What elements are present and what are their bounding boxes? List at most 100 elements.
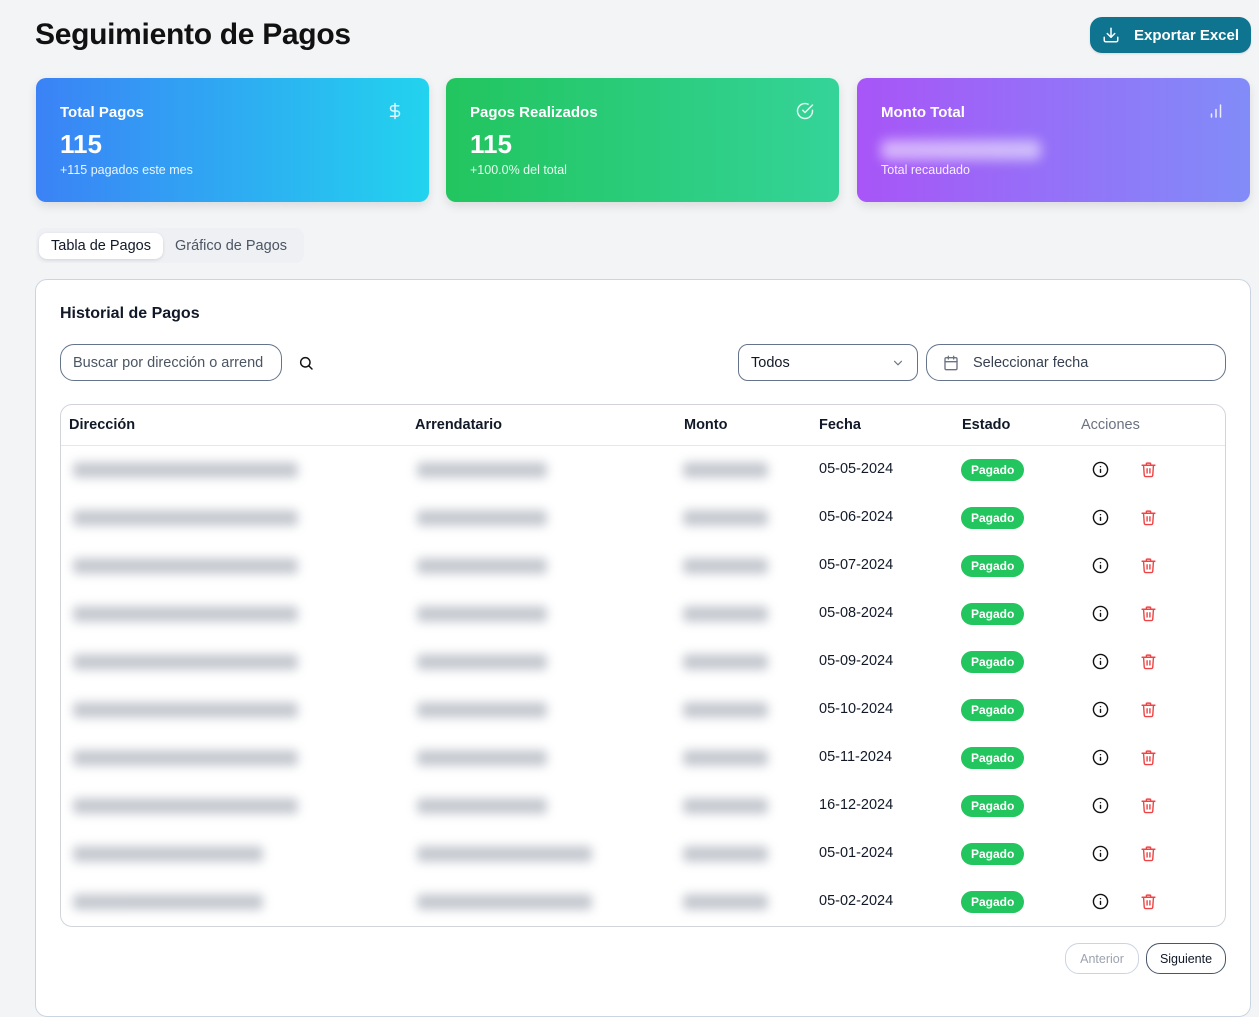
date-picker[interactable]: Seleccionar fecha (926, 344, 1226, 381)
info-icon[interactable] (1092, 797, 1109, 814)
view-tabs: Tabla de Pagos Gráfico de Pagos (36, 228, 304, 263)
panel-title: Historial de Pagos (60, 305, 200, 322)
arrendatario-redacted (417, 894, 592, 910)
direccion-redacted (73, 894, 263, 910)
monto-redacted (683, 462, 768, 478)
stat-card-monto-total: Monto Total Total recaudado (857, 78, 1250, 202)
table-row: 05-09-2024 Pagado (61, 638, 1225, 686)
table-row: 16-12-2024 Pagado (61, 782, 1225, 830)
status-filter-value: Todos (751, 354, 790, 371)
card-value: 115 (470, 129, 512, 159)
monto-redacted (683, 750, 768, 766)
status-badge: Pagado (961, 747, 1025, 769)
card-subtitle: Total recaudado (881, 163, 970, 177)
export-excel-button[interactable]: Exportar Excel (1090, 17, 1251, 53)
arrendatario-redacted (417, 558, 547, 574)
card-value: 115 (60, 129, 102, 159)
arrendatario-redacted (417, 654, 547, 670)
trash-icon[interactable] (1140, 653, 1157, 670)
next-page-button[interactable]: Siguiente (1146, 943, 1226, 974)
payments-table: Dirección Arrendatario Monto Fecha Estad… (60, 404, 1226, 927)
table-row: 05-05-2024 Pagado (61, 446, 1225, 494)
info-icon[interactable] (1092, 557, 1109, 574)
info-icon[interactable] (1092, 893, 1109, 910)
column-header-direccion: Dirección (69, 417, 136, 433)
trash-icon[interactable] (1140, 749, 1157, 766)
info-icon[interactable] (1092, 749, 1109, 766)
arrendatario-redacted (417, 750, 547, 766)
arrendatario-redacted (417, 702, 547, 718)
info-icon[interactable] (1092, 701, 1109, 718)
direccion-redacted (73, 462, 298, 478)
fecha-cell: 05-07-2024 (819, 557, 894, 573)
search-icon[interactable] (298, 355, 314, 371)
status-filter-select[interactable]: Todos (738, 344, 918, 381)
info-icon[interactable] (1092, 605, 1109, 622)
trash-icon[interactable] (1140, 557, 1157, 574)
monto-redacted (683, 654, 768, 670)
status-badge: Pagado (961, 891, 1025, 913)
info-icon[interactable] (1092, 461, 1109, 478)
page-title: Seguimiento de Pagos (35, 18, 351, 51)
card-subtitle: +115 pagados este mes (60, 163, 193, 177)
info-icon[interactable] (1092, 509, 1109, 526)
trash-icon[interactable] (1140, 845, 1157, 862)
monto-redacted (683, 702, 768, 718)
fecha-cell: 05-01-2024 (819, 845, 894, 861)
fecha-cell: 05-08-2024 (819, 605, 894, 621)
fecha-cell: 05-06-2024 (819, 509, 894, 525)
table-header: Dirección Arrendatario Monto Fecha Estad… (61, 405, 1225, 446)
status-badge: Pagado (961, 555, 1025, 577)
stat-card-pagos-realizados: Pagos Realizados 115 +100.0% del total (446, 78, 839, 202)
trash-icon[interactable] (1140, 509, 1157, 526)
card-subtitle: +100.0% del total (470, 163, 567, 177)
fecha-cell: 05-10-2024 (819, 701, 894, 717)
dollar-icon (389, 102, 401, 120)
export-excel-label: Exportar Excel (1133, 26, 1240, 44)
column-header-estado: Estado (962, 417, 1011, 433)
arrendatario-redacted (417, 846, 592, 862)
tab-grafico-de-pagos[interactable]: Gráfico de Pagos (163, 233, 299, 259)
fecha-cell: 05-09-2024 (819, 653, 894, 669)
monto-redacted (683, 798, 768, 814)
trash-icon[interactable] (1140, 893, 1157, 910)
stat-card-total-pagos: Total Pagos 115 +115 pagados este mes (36, 78, 429, 202)
card-title: Pagos Realizados (470, 104, 598, 121)
table-row: 05-11-2024 Pagado (61, 734, 1225, 782)
status-badge: Pagado (961, 459, 1025, 481)
table-row: 05-08-2024 Pagado (61, 590, 1225, 638)
trash-icon[interactable] (1140, 605, 1157, 622)
trash-icon[interactable] (1140, 701, 1157, 718)
arrendatario-redacted (417, 606, 547, 622)
card-title: Monto Total (881, 104, 965, 121)
arrendatario-redacted (417, 510, 547, 526)
column-header-acciones: Acciones (1081, 417, 1140, 433)
info-icon[interactable] (1092, 653, 1109, 670)
column-header-arrendatario: Arrendatario (415, 417, 503, 433)
bar-chart-icon (1210, 104, 1222, 118)
trash-icon[interactable] (1140, 461, 1157, 478)
status-badge: Pagado (961, 843, 1025, 865)
monto-redacted (683, 606, 768, 622)
fecha-cell: 05-11-2024 (819, 749, 893, 765)
search-input[interactable] (60, 344, 282, 381)
direccion-redacted (73, 702, 298, 718)
chevron-down-icon (893, 360, 903, 366)
monto-redacted (683, 510, 768, 526)
status-badge: Pagado (961, 795, 1025, 817)
column-header-fecha: Fecha (819, 417, 861, 433)
arrendatario-redacted (417, 798, 547, 814)
info-icon[interactable] (1092, 845, 1109, 862)
table-row: 05-01-2024 Pagado (61, 830, 1225, 878)
direccion-redacted (73, 510, 298, 526)
monto-redacted (683, 846, 768, 862)
tab-tabla-de-pagos[interactable]: Tabla de Pagos (39, 232, 163, 259)
direccion-redacted (73, 558, 298, 574)
trash-icon[interactable] (1140, 797, 1157, 814)
table-row: 05-02-2024 Pagado (61, 878, 1225, 926)
previous-page-button[interactable]: Anterior (1065, 943, 1139, 974)
status-badge: Pagado (961, 603, 1025, 625)
download-icon (1103, 27, 1119, 43)
arrendatario-redacted (417, 462, 547, 478)
monto-redacted (683, 894, 768, 910)
